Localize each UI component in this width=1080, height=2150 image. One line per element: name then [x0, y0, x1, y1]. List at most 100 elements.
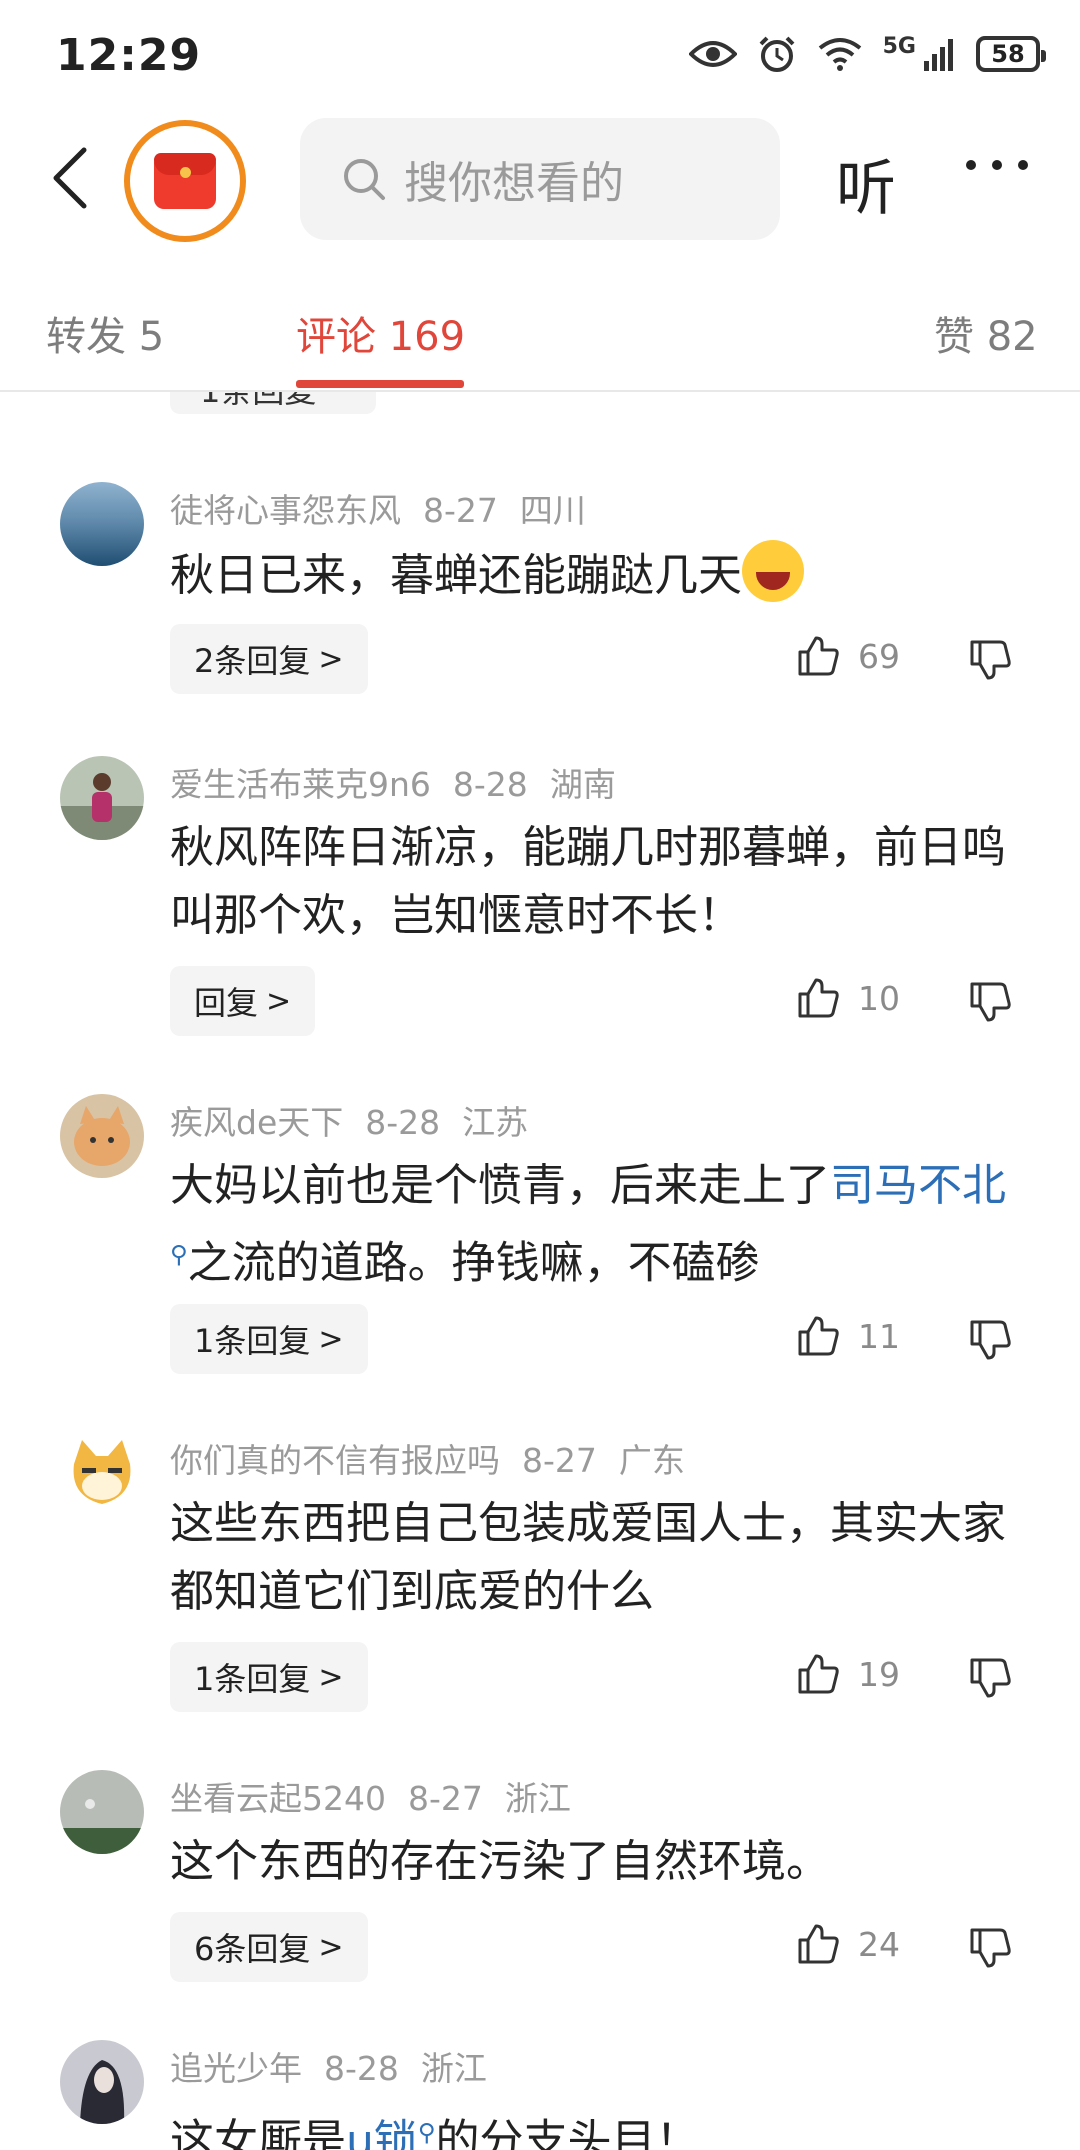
alarm-icon — [759, 36, 795, 72]
eye-icon — [688, 41, 737, 67]
like-button[interactable]: 19 — [796, 1652, 900, 1696]
like-count: 24 — [858, 1924, 900, 1964]
chevron-right-icon: > — [318, 641, 344, 677]
comment-location: 广东 — [618, 1441, 685, 1480]
comment-meta: 你们真的不信有报应吗 8-27 广东 — [170, 1434, 707, 1482]
comment-meta: 疾风de天下 8-28 江苏 — [170, 1096, 550, 1144]
dislike-button[interactable] — [968, 638, 1012, 686]
reply-button[interactable]: 回复 > — [170, 966, 316, 1036]
tab-active-indicator — [296, 380, 464, 388]
like-count: 69 — [858, 636, 900, 676]
laughing-tears-emoji-icon — [742, 540, 804, 602]
comment-text: 大妈以前也是个愤青，后来走上了司马不北 ⚲之流的道路。挣钱嘛，不磕碜 — [170, 1152, 1010, 1298]
dislike-button[interactable] — [968, 980, 1012, 1028]
comment-text: 这个东西的存在污染了自然环境。 — [170, 1836, 830, 1887]
username[interactable]: 徒将心事怨东风 — [170, 491, 401, 530]
dislike-button[interactable] — [968, 1318, 1012, 1366]
avatar[interactable] — [60, 2040, 144, 2124]
comment-location: 浙江 — [504, 1779, 571, 1818]
thumbs-up-icon — [798, 1924, 839, 1964]
search-small-icon: ⚲ — [170, 1240, 188, 1268]
comment-date: 8-28 — [452, 765, 528, 804]
thumbs-down-icon — [970, 1320, 1011, 1360]
reply-count-button[interactable]: 1条回复 > — [170, 1642, 368, 1712]
reply-label: 回复 — [194, 984, 259, 1022]
comment-text-after: 的分支头目！ — [435, 2115, 700, 2150]
like-button[interactable]: 69 — [796, 634, 900, 678]
like-button[interactable]: 11 — [796, 1314, 900, 1358]
comment-text: 这些东西把自己包装成爱国人士，其实大家都知道它们到底爱的什么 — [170, 1498, 1006, 1617]
comment-location: 湖南 — [549, 765, 616, 804]
like-count: 19 — [858, 1654, 900, 1694]
comment-text: 秋风阵阵日渐凉，能蹦几时那暮蝉，前日鸣叫那个欢，岂知惬意时不长！ — [170, 822, 1006, 941]
comment-text-content: 秋日已来，暮蝉还能蹦跶几天 — [170, 550, 742, 601]
back-button[interactable] — [50, 146, 110, 210]
status-bar: 12:29 5G 58 — [0, 0, 1080, 110]
avatar[interactable] — [60, 756, 144, 840]
reply-count-label: 1条回复 — [194, 1322, 311, 1360]
tab-bar: 转发 5 评论 169 赞 82 — [0, 286, 1080, 392]
username[interactable]: 坐看云起5240 — [170, 1779, 386, 1818]
chevron-right-icon: > — [266, 983, 292, 1019]
comment-text: 这女厮是u锁⚲的分支头目！ — [170, 2098, 1010, 2150]
tab-reposts[interactable]: 转发 5 — [46, 304, 164, 362]
reply-count-button[interactable]: 6条回复 > — [170, 1912, 368, 1982]
topic-link-label: 司马不北 — [830, 1160, 1006, 1211]
username[interactable]: 追光少年 — [170, 2049, 302, 2088]
comment-date: 8-28 — [324, 2049, 399, 2088]
comment-date: 8-27 — [522, 1441, 597, 1480]
search-icon — [344, 159, 385, 200]
tab-likes[interactable]: 赞 82 — [934, 304, 1038, 362]
tab-comments[interactable]: 评论 169 — [296, 304, 465, 362]
topic-link-label: u锁 — [346, 2115, 418, 2150]
avatar[interactable] — [60, 1094, 144, 1178]
more-dot-icon — [992, 160, 1002, 170]
thumbs-down-icon — [970, 1928, 1011, 1968]
like-button[interactable]: 10 — [796, 976, 900, 1020]
search-small-icon: ⚲ — [417, 2118, 436, 2146]
search-bar[interactable]: 搜你想看的 — [300, 118, 780, 240]
comment-location: 浙江 — [420, 2049, 487, 2088]
wifi-icon — [818, 38, 861, 71]
dislike-button[interactable] — [968, 1926, 1012, 1974]
thumbs-down-icon — [970, 640, 1011, 680]
partial-comment-row: 1条回复 — [0, 392, 1080, 422]
comment-text-after: 之流的道路。挣钱嘛，不磕碜 — [187, 1237, 760, 1289]
like-button[interactable]: 24 — [796, 1922, 900, 1966]
search-placeholder: 搜你想看的 — [404, 158, 624, 209]
comment-date: 8-27 — [423, 491, 498, 530]
comment-text: 秋日已来，暮蝉还能蹦跶几天 — [170, 540, 1010, 610]
comment-meta: 追光少年 8-28 浙江 — [170, 2042, 509, 2090]
username[interactable]: 疾风de天下 — [170, 1103, 343, 1142]
comment-meta: 爱生活布莱克9n6 8-28 湖南 — [170, 758, 638, 806]
thumbs-down-icon — [970, 982, 1011, 1022]
avatar[interactable] — [60, 1432, 144, 1516]
topic-link[interactable]: u锁⚲ — [346, 2116, 435, 2150]
dislike-button[interactable] — [968, 1656, 1012, 1704]
comment-date: 8-28 — [365, 1103, 441, 1142]
username[interactable]: 你们真的不信有报应吗 — [170, 1441, 500, 1480]
thumbs-up-icon — [798, 1654, 839, 1694]
more-options-button[interactable] — [966, 160, 1028, 170]
comment-meta: 坐看云起5240 8-27 浙江 — [170, 1772, 593, 1820]
username[interactable]: 爱生活布莱克9n6 — [170, 765, 431, 804]
listen-button[interactable]: 听 — [836, 140, 896, 227]
avatar[interactable] — [60, 1770, 144, 1854]
battery-icon: 58 — [976, 36, 1046, 72]
comment-date: 8-27 — [407, 1779, 483, 1818]
top-bar: 搜你想看的 听 — [0, 112, 1080, 242]
thumbs-up-icon — [798, 978, 839, 1018]
more-dot-icon — [966, 160, 976, 170]
comment-item: 追光少年 8-28 浙江 这女厮是u锁⚲的分支头目！ — [0, 2040, 1080, 2150]
comment-location: 四川 — [519, 491, 586, 530]
status-time: 12:29 — [56, 30, 202, 81]
avatar[interactable] — [60, 482, 144, 566]
comment-meta: 徒将心事怨东风 8-27 四川 — [170, 484, 608, 532]
like-count: 10 — [858, 978, 900, 1018]
red-packet-button[interactable] — [124, 120, 246, 242]
more-dot-icon — [1018, 160, 1028, 170]
reply-count-button[interactable]: 2条回复 > — [170, 624, 368, 694]
like-count: 11 — [858, 1316, 900, 1356]
battery-level: 58 — [991, 40, 1025, 68]
reply-count-button[interactable]: 1条回复 > — [170, 1304, 368, 1374]
